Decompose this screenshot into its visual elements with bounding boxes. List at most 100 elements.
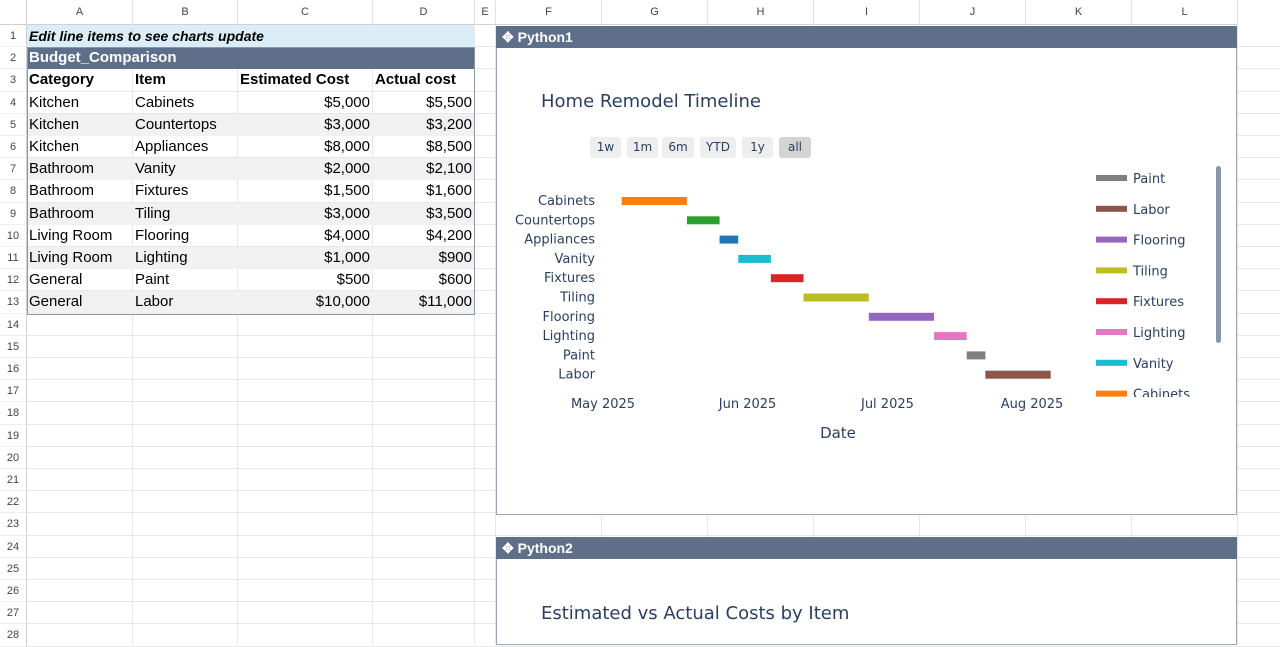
- range-button-all[interactable]: all: [779, 137, 811, 158]
- column-header-f[interactable]: F: [496, 0, 602, 25]
- table-cell[interactable]: Living Room: [27, 225, 133, 247]
- column-header-g[interactable]: G: [602, 0, 708, 25]
- column-header-c[interactable]: C: [238, 0, 373, 25]
- table-cell[interactable]: $3,000: [238, 113, 373, 136]
- table-cell[interactable]: $1,600: [373, 180, 475, 202]
- range-button-1w[interactable]: 1w: [590, 137, 621, 158]
- row-header-10[interactable]: 10: [0, 224, 27, 247]
- table-cell[interactable]: Vanity: [133, 158, 238, 181]
- select-all-corner[interactable]: [0, 0, 27, 25]
- table-cell[interactable]: Appliances: [133, 136, 238, 158]
- row-header-1[interactable]: 1: [0, 25, 27, 48]
- python2-chart-panel[interactable]: [496, 559, 1237, 645]
- table-cell[interactable]: $3,200: [373, 113, 475, 136]
- legend-scrollbar[interactable]: [1216, 166, 1221, 343]
- column-header-j[interactable]: J: [920, 0, 1026, 25]
- row-header-19[interactable]: 19: [0, 424, 27, 447]
- table-cell[interactable]: $500: [238, 269, 373, 291]
- column-header-k[interactable]: K: [1026, 0, 1132, 25]
- row-header-2[interactable]: 2: [0, 47, 27, 70]
- row-header-21[interactable]: 21: [0, 469, 27, 492]
- column-header-d[interactable]: D: [373, 0, 475, 25]
- instruction-note-cell[interactable]: Edit line items to see charts update: [27, 25, 475, 48]
- table-cell[interactable]: $4,200: [373, 225, 475, 247]
- column-header-h[interactable]: H: [708, 0, 814, 25]
- python1-chart-panel[interactable]: [496, 48, 1237, 515]
- column-header-l[interactable]: L: [1132, 0, 1238, 25]
- column-header-b[interactable]: B: [133, 0, 238, 25]
- table-cell[interactable]: Labor: [133, 291, 238, 314]
- row-header-8[interactable]: 8: [0, 180, 27, 203]
- table-cell[interactable]: Countertops: [133, 113, 238, 136]
- row-header-13[interactable]: 13: [0, 291, 27, 314]
- range-button-1y[interactable]: 1y: [742, 137, 773, 158]
- row-header-27[interactable]: 27: [0, 602, 27, 625]
- row-header-17[interactable]: 17: [0, 380, 27, 403]
- row-header-28[interactable]: 28: [0, 624, 27, 647]
- row-header-5[interactable]: 5: [0, 113, 27, 136]
- table-column-header[interactable]: Category: [27, 69, 133, 91]
- table-cell[interactable]: $900: [373, 247, 475, 270]
- table-cell[interactable]: $2,100: [373, 158, 475, 181]
- table-cell[interactable]: $1,500: [238, 180, 373, 202]
- table-cell[interactable]: $5,500: [373, 92, 475, 114]
- row-header-14[interactable]: 14: [0, 313, 27, 336]
- table-cell[interactable]: Bathroom: [27, 180, 133, 202]
- row-header-7[interactable]: 7: [0, 158, 27, 181]
- table-cell[interactable]: Living Room: [27, 247, 133, 270]
- table-cell[interactable]: $8,500: [373, 136, 475, 158]
- row-header-3[interactable]: 3: [0, 69, 27, 92]
- row-header-20[interactable]: 20: [0, 446, 27, 469]
- range-button-6m[interactable]: 6m: [662, 137, 694, 158]
- table-cell[interactable]: $600: [373, 269, 475, 291]
- table-cell[interactable]: $11,000: [373, 291, 475, 314]
- table-cell[interactable]: Tiling: [133, 202, 238, 225]
- table-cell[interactable]: Kitchen: [27, 92, 133, 114]
- table-cell[interactable]: $3,000: [238, 202, 373, 225]
- row-header-22[interactable]: 22: [0, 491, 27, 514]
- python1-panel-title: ✥ Python1: [502, 29, 573, 45]
- column-header-e[interactable]: E: [475, 0, 496, 25]
- table-cell[interactable]: Fixtures: [133, 180, 238, 202]
- table-column-header[interactable]: Estimated Cost: [238, 69, 373, 91]
- table-cell[interactable]: Bathroom: [27, 202, 133, 225]
- table-cell[interactable]: Paint: [133, 269, 238, 291]
- row-header-24[interactable]: 24: [0, 535, 27, 558]
- row-header-16[interactable]: 16: [0, 358, 27, 381]
- table-cell[interactable]: General: [27, 269, 133, 291]
- table-cell[interactable]: $1,000: [238, 247, 373, 270]
- range-button-ytd[interactable]: YTD: [700, 137, 736, 158]
- table-cell[interactable]: $3,500: [373, 202, 475, 225]
- column-header-a[interactable]: A: [27, 0, 133, 25]
- table-cell[interactable]: $2,000: [238, 158, 373, 181]
- table-cell[interactable]: Cabinets: [133, 92, 238, 114]
- table-cell[interactable]: $4,000: [238, 225, 373, 247]
- row-header-9[interactable]: 9: [0, 202, 27, 225]
- row-header-12[interactable]: 12: [0, 269, 27, 292]
- row-header-18[interactable]: 18: [0, 402, 27, 425]
- table-column-header[interactable]: Item: [133, 69, 238, 91]
- table-cell[interactable]: $8,000: [238, 136, 373, 158]
- grid-row-line: [27, 534, 1280, 536]
- table-cell[interactable]: Kitchen: [27, 136, 133, 158]
- table-column-header[interactable]: Actual cost: [373, 69, 475, 91]
- table-cell[interactable]: Flooring: [133, 225, 238, 247]
- python1-panel-header[interactable]: ✥ Python1: [496, 26, 1237, 48]
- table-cell[interactable]: $5,000: [238, 92, 373, 114]
- column-header-i[interactable]: I: [814, 0, 920, 25]
- row-header-4[interactable]: 4: [0, 91, 27, 114]
- row-header-15[interactable]: 15: [0, 335, 27, 358]
- row-header-11[interactable]: 11: [0, 247, 27, 270]
- table-name-header[interactable]: Budget_Comparison: [27, 47, 475, 70]
- table-cell[interactable]: General: [27, 291, 133, 314]
- row-header-25[interactable]: 25: [0, 557, 27, 580]
- table-cell[interactable]: Bathroom: [27, 158, 133, 181]
- table-cell[interactable]: $10,000: [238, 291, 373, 314]
- row-header-6[interactable]: 6: [0, 136, 27, 159]
- table-cell[interactable]: Lighting: [133, 247, 238, 270]
- table-cell[interactable]: Kitchen: [27, 113, 133, 136]
- row-header-23[interactable]: 23: [0, 513, 27, 536]
- range-button-1m[interactable]: 1m: [627, 137, 658, 158]
- row-header-26[interactable]: 26: [0, 580, 27, 603]
- python2-panel-header[interactable]: ✥ Python2: [496, 537, 1237, 559]
